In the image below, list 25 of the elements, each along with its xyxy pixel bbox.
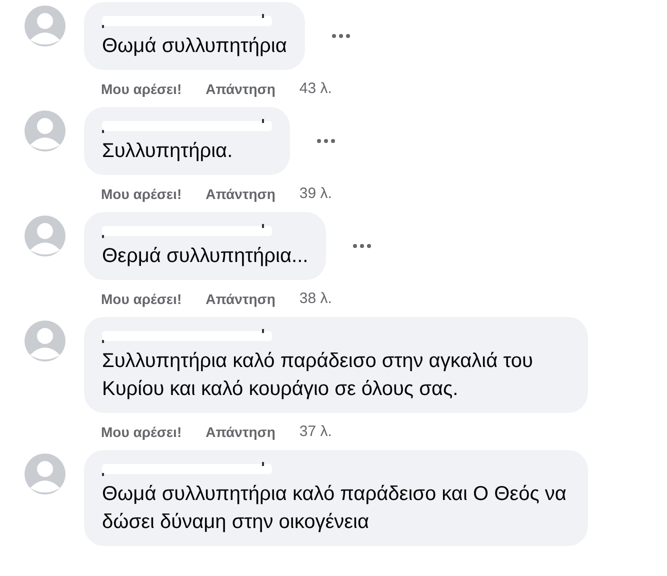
comment-time: 37 λ. — [299, 423, 332, 440]
avatar[interactable] — [24, 453, 66, 495]
like-link[interactable]: Μου αρέσει! — [101, 80, 182, 96]
avatar[interactable] — [24, 320, 66, 362]
like-link[interactable]: Μου αρέσει! — [101, 186, 182, 202]
reply-link[interactable]: Απάντηση — [206, 424, 276, 440]
avatar[interactable] — [24, 110, 66, 152]
reply-link[interactable]: Απάντηση — [206, 186, 276, 202]
like-link[interactable]: Μου αρέσει! — [101, 290, 182, 306]
comment-text: Θερμά συλλυπητήρια... — [102, 244, 308, 269]
reply-link[interactable]: Απάντηση — [206, 80, 276, 96]
comment-text: Θωμά συλλυπητήρια — [102, 34, 287, 59]
avatar[interactable] — [24, 215, 66, 257]
more-icon[interactable] — [316, 138, 336, 144]
like-link[interactable]: Μου αρέσει! — [101, 424, 182, 440]
comment-text: Θωμά συλλυπητήρια καλό παράδεισο και Ο Θεός να δώσει δύναμη στην οικογένεια — [102, 482, 568, 535]
more-icon[interactable] — [330, 33, 351, 39]
comment-time: 38 λ. — [299, 290, 332, 307]
more-icon[interactable] — [352, 243, 372, 249]
comment-text: Συλλυπητήρια καλό παράδεισο στην αγκαλιά του Κυρίου και καλό κουράγιο σε όλους σας. — [102, 349, 534, 402]
avatar[interactable] — [24, 5, 66, 47]
comment-text: Συλλυπητήρια. — [102, 139, 234, 164]
comment-time: 39 λ. — [299, 185, 332, 202]
comment-time: 43 λ. — [299, 80, 332, 97]
reply-link[interactable]: Απάντηση — [206, 290, 276, 306]
